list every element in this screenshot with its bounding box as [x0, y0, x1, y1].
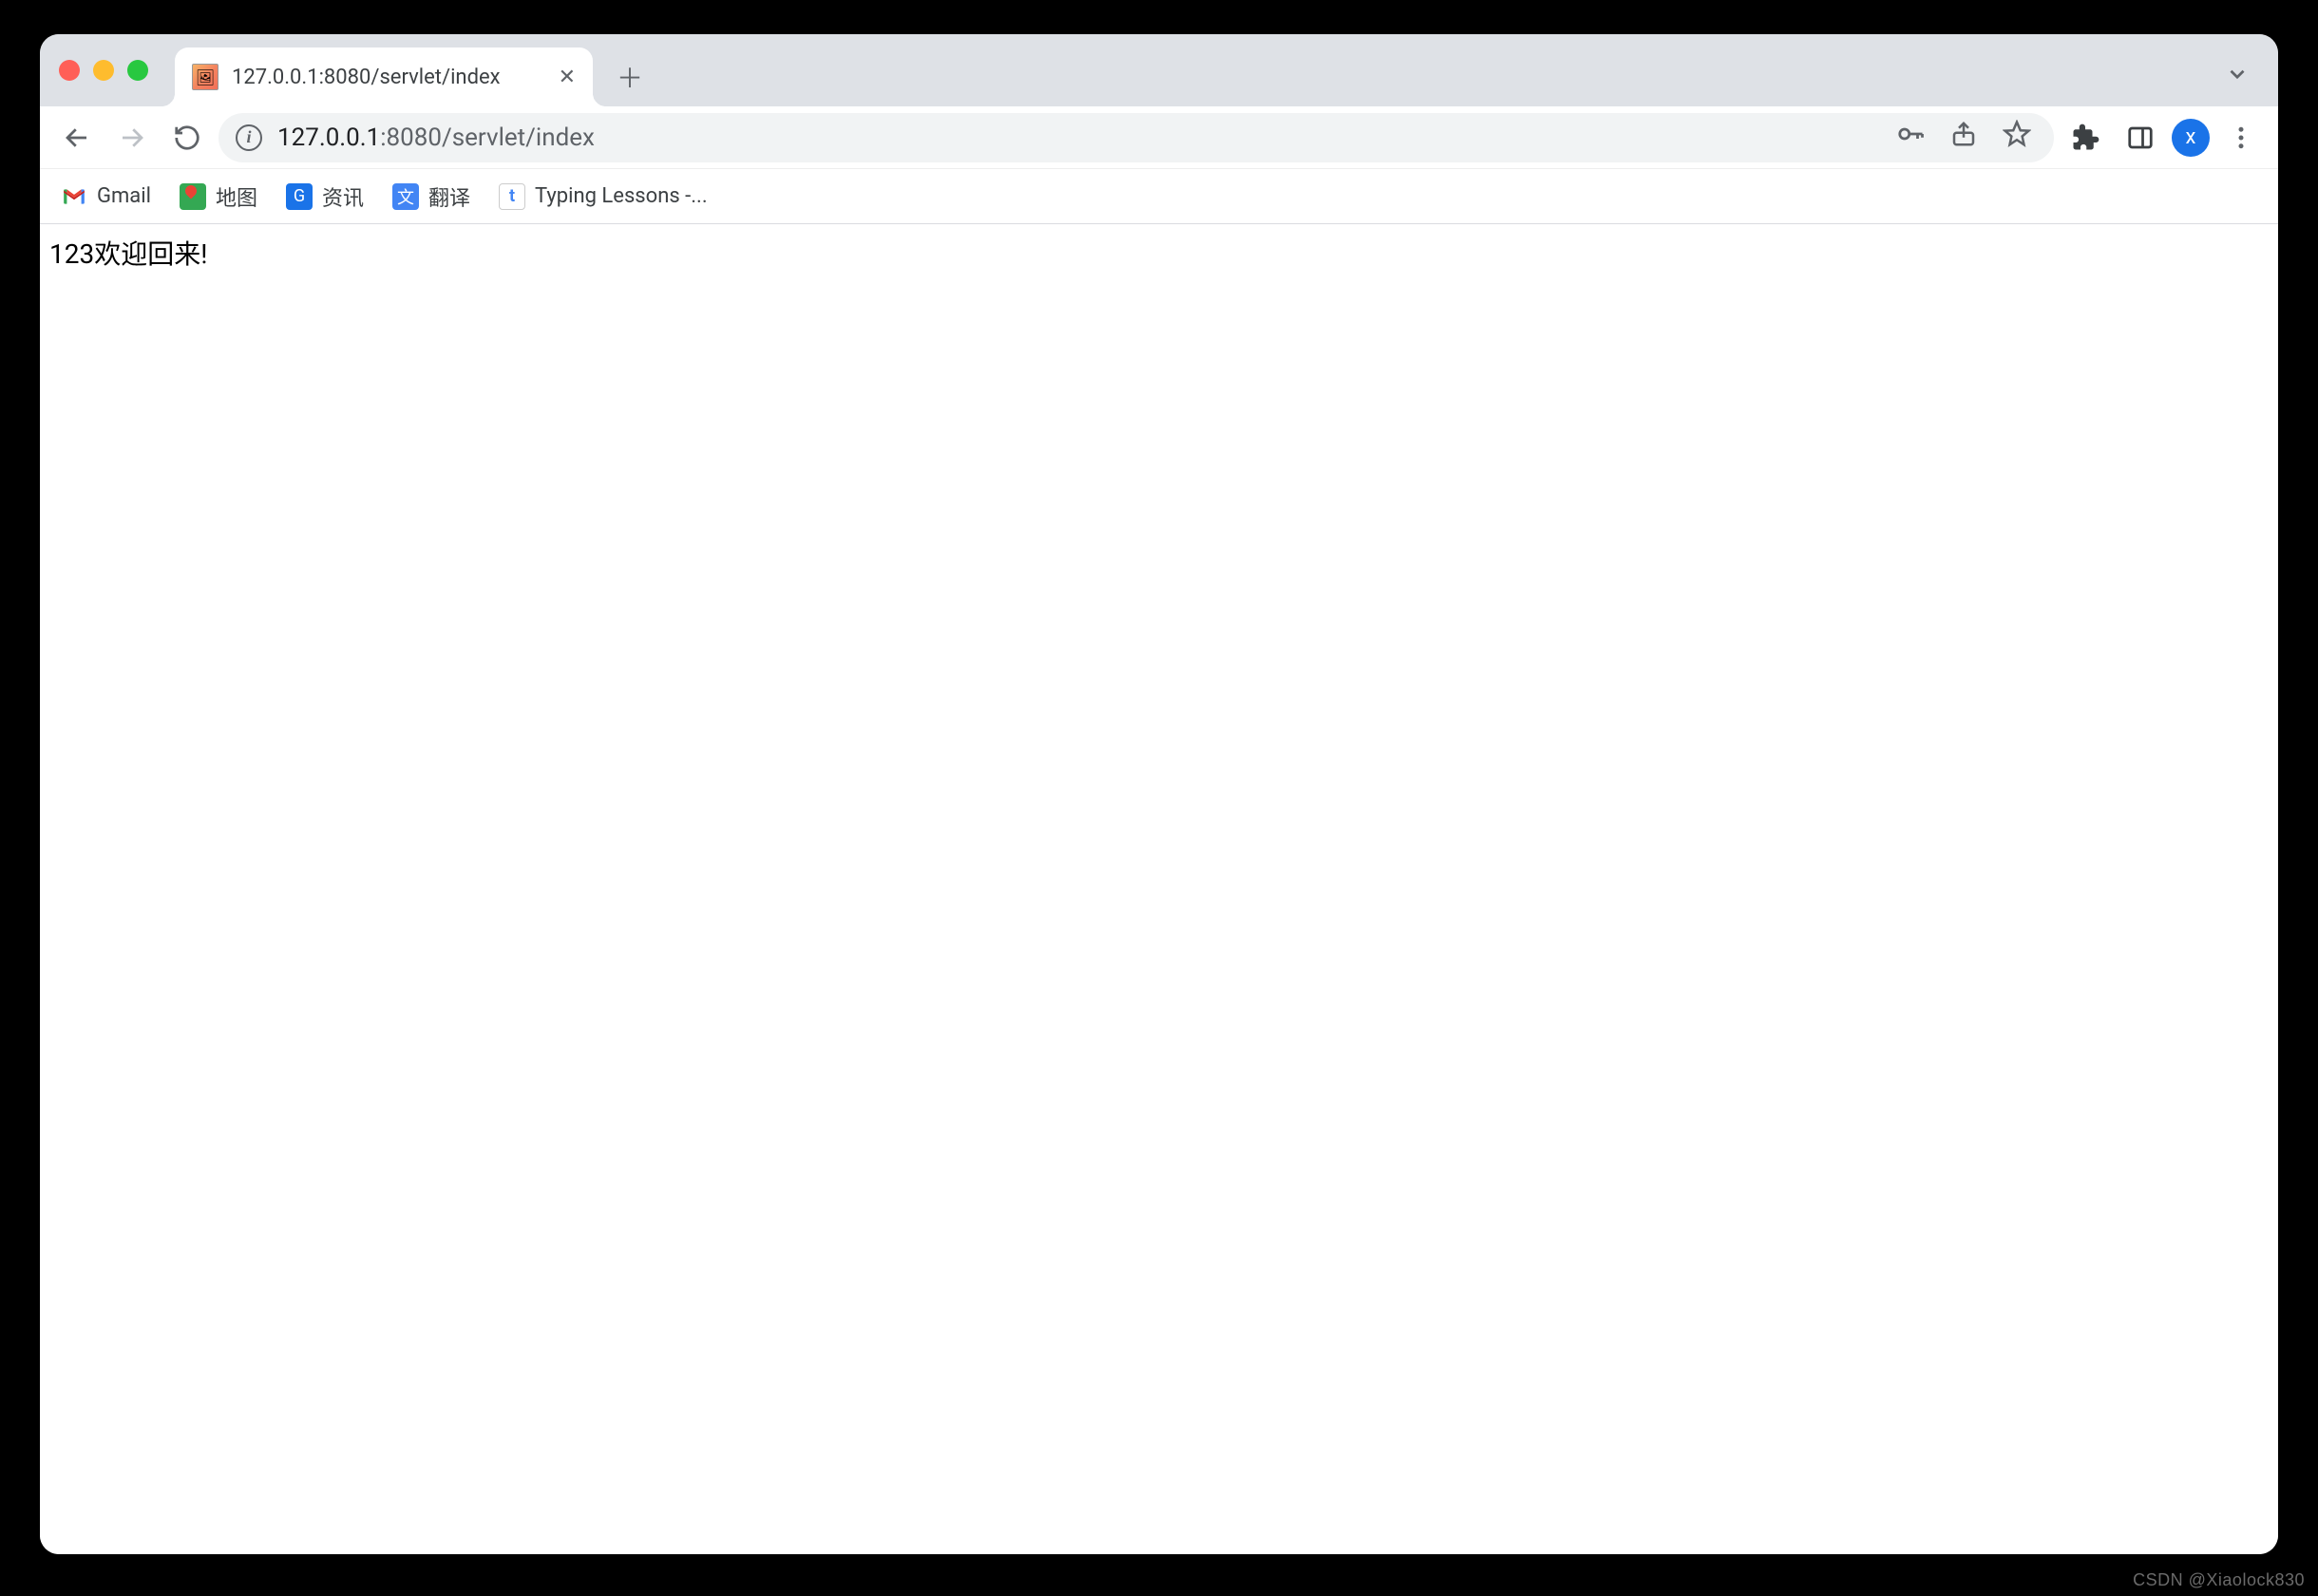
- bookmark-gmail[interactable]: Gmail: [61, 183, 151, 210]
- page-content: 123欢迎回来!: [40, 224, 2278, 1554]
- window-controls: [59, 60, 148, 81]
- bookmark-label: 资讯: [322, 181, 364, 212]
- url-host: 127.0.0.1: [277, 124, 380, 152]
- bookmark-typing-lessons[interactable]: t Typing Lessons -...: [499, 183, 708, 210]
- browser-tab[interactable]: 🖼 127.0.0.1:8080/servlet/index ✕: [175, 48, 593, 106]
- bookmark-star-icon[interactable]: [2003, 120, 2031, 155]
- profile-initial: x: [2186, 125, 2196, 149]
- toolbar: i 127.0.0.1:8080/servlet/index: [40, 106, 2278, 169]
- window-maximize-button[interactable]: [127, 60, 148, 81]
- site-info-icon[interactable]: i: [236, 124, 262, 151]
- window-minimize-button[interactable]: [93, 60, 114, 81]
- omnibox-actions: [1896, 120, 2031, 155]
- bookmark-translate[interactable]: 文 翻译: [392, 181, 470, 212]
- browser-window: 🖼 127.0.0.1:8080/servlet/index ✕ ＋ i 127…: [40, 34, 2278, 1554]
- translate-icon: 文: [392, 183, 419, 210]
- watermark: CSDN @Xiaolock830: [2133, 1570, 2305, 1590]
- bookmark-label: 地图: [216, 181, 257, 212]
- tab-strip: 🖼 127.0.0.1:8080/servlet/index ✕ ＋: [40, 34, 2278, 106]
- chrome-menu-button[interactable]: [2217, 114, 2265, 162]
- password-key-icon[interactable]: [1896, 120, 1925, 155]
- news-icon: G: [286, 183, 313, 210]
- tab-overflow-button[interactable]: [2225, 62, 2250, 92]
- new-tab-button[interactable]: ＋: [610, 57, 650, 97]
- bookmark-label: 翻译: [428, 181, 470, 212]
- page-body-text: 123欢迎回来!: [49, 234, 2269, 272]
- tab-title: 127.0.0.1:8080/servlet/index: [232, 66, 545, 89]
- side-panel-button[interactable]: [2117, 114, 2164, 162]
- tab-favicon: 🖼: [192, 64, 218, 90]
- maps-icon: [180, 183, 206, 210]
- reload-button[interactable]: [163, 114, 211, 162]
- url-text: 127.0.0.1:8080/servlet/index: [277, 124, 595, 152]
- chevron-down-icon: [2225, 68, 2250, 92]
- address-bar[interactable]: i 127.0.0.1:8080/servlet/index: [218, 113, 2054, 162]
- typing-icon: t: [499, 183, 525, 210]
- share-icon[interactable]: [1949, 120, 1978, 155]
- bookmark-label: Typing Lessons -...: [535, 184, 708, 208]
- profile-avatar[interactable]: x: [2172, 119, 2210, 157]
- close-icon[interactable]: ✕: [559, 66, 576, 89]
- forward-button[interactable]: [108, 114, 156, 162]
- bookmark-maps[interactable]: 地图: [180, 181, 257, 212]
- gmail-icon: [61, 183, 87, 210]
- extensions-button[interactable]: [2062, 114, 2109, 162]
- back-button[interactable]: [53, 114, 101, 162]
- url-path: :8080/servlet/index: [380, 124, 595, 152]
- bookmark-label: Gmail: [97, 184, 151, 208]
- bookmark-news[interactable]: G 资讯: [286, 181, 364, 212]
- bookmarks-bar: Gmail 地图 G 资讯 文 翻译 t Typing Lessons -...: [40, 169, 2278, 224]
- window-close-button[interactable]: [59, 60, 80, 81]
